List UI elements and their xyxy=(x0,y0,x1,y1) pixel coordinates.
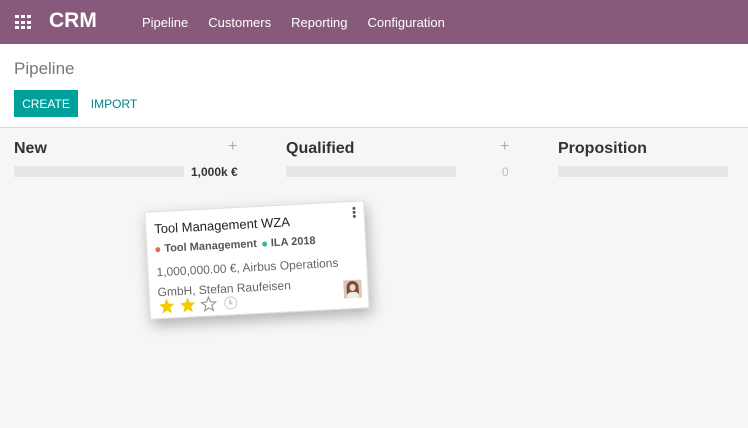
menu-item-configuration[interactable]: Configuration xyxy=(368,15,445,30)
main-menu: Pipeline Customers Reporting Configurati… xyxy=(142,0,465,44)
app-brand[interactable]: CRM xyxy=(49,9,97,33)
apps-grid-icon[interactable] xyxy=(15,15,31,29)
priority-stars xyxy=(158,294,238,315)
menu-item-customers[interactable]: Customers xyxy=(208,15,271,30)
tag-color-dot xyxy=(155,246,161,252)
column-title: Qualified xyxy=(286,140,355,157)
breadcrumb: Pipeline xyxy=(14,59,75,78)
tag: ILA 2018 xyxy=(261,234,316,250)
kanban-column-proposition: Proposition xyxy=(558,128,748,428)
top-navbar: CRM Pipeline Customers Reporting Configu… xyxy=(0,0,748,44)
column-total: 1,000k € xyxy=(191,165,238,179)
column-progress-bar[interactable] xyxy=(558,166,728,177)
tag-label: ILA 2018 xyxy=(270,234,316,250)
kebab-menu-icon[interactable] xyxy=(352,206,356,218)
clock-icon[interactable] xyxy=(223,296,238,310)
card-tags: Tool Management ILA 2018 xyxy=(155,235,321,256)
tag: Tool Management xyxy=(155,238,257,255)
column-add-icon[interactable]: + xyxy=(228,138,237,156)
star-outline-icon[interactable] xyxy=(200,295,218,313)
avatar[interactable] xyxy=(343,279,363,299)
column-total: 0 xyxy=(502,165,509,179)
card-title: Tool Management WZA xyxy=(153,214,291,237)
column-title: Proposition xyxy=(558,140,647,157)
tag-color-dot xyxy=(261,240,267,247)
tag-label: Tool Management xyxy=(163,237,258,255)
menu-item-reporting[interactable]: Reporting xyxy=(291,15,347,30)
create-button[interactable]: CREATE xyxy=(14,90,78,117)
column-progress-bar[interactable] xyxy=(286,166,456,177)
star-icon[interactable] xyxy=(158,297,176,315)
column-add-icon[interactable]: + xyxy=(500,138,509,156)
menu-item-pipeline[interactable]: Pipeline xyxy=(142,15,188,30)
card-description: 1,000,000.00 €, Airbus Operations GmbH, … xyxy=(156,255,339,300)
control-panel: Pipeline CREATE IMPORT xyxy=(0,44,748,128)
star-icon[interactable] xyxy=(179,296,197,314)
column-title: New xyxy=(14,140,47,157)
import-button[interactable]: IMPORT xyxy=(84,90,144,117)
column-progress-bar[interactable] xyxy=(14,166,184,177)
opportunity-card[interactable]: Tool Management WZA Tool Management ILA … xyxy=(144,200,370,320)
